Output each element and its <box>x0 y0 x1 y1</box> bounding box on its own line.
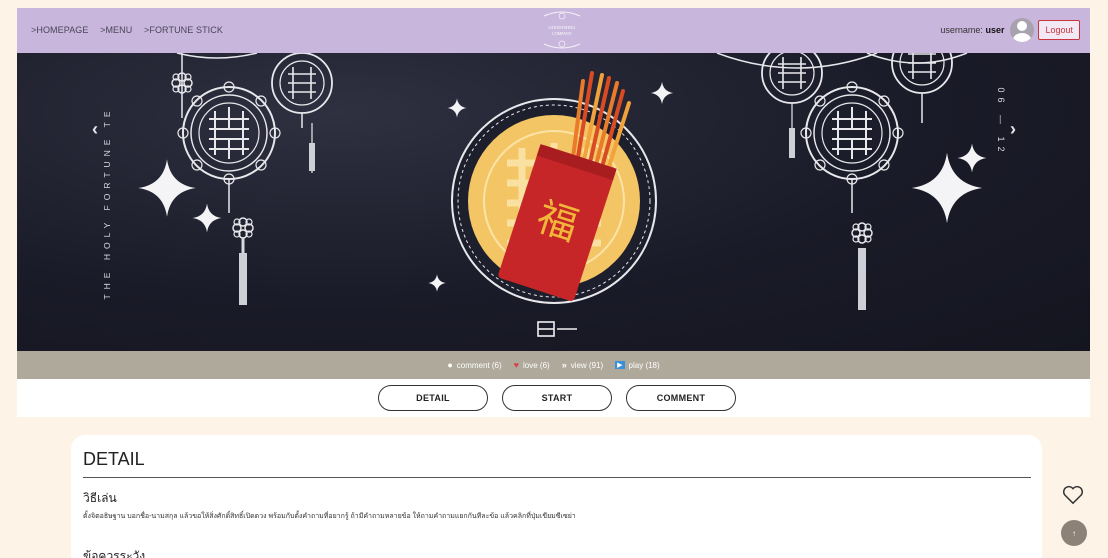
banner-vertical-title: THE HOLY FORTUNE TE <box>102 106 112 300</box>
tab-detail[interactable]: DETAIL <box>378 385 488 411</box>
stats-bar: ● comment (6) ♥ love (6) » view (91) ▶ play … <box>17 351 1090 379</box>
detail-title: DETAIL <box>83 449 145 469</box>
right-lantern-ornaments <box>716 53 987 310</box>
breadcrumb: >HOMEPAGE >MENU >FORTUNE STICK <box>31 25 232 35</box>
avatar[interactable] <box>1010 18 1035 42</box>
heart-icon[interactable] <box>1062 485 1084 505</box>
banner-artwork: 福 <box>138 53 987 337</box>
tab-row: DETAIL START COMMENT <box>17 379 1090 417</box>
chevron-left-icon[interactable]: ‹ <box>92 119 98 140</box>
top-nav-bar: >HOMEPAGE >MENU >FORTUNE STICK GOODTHING… <box>17 8 1090 53</box>
chevron-right-icon[interactable]: › <box>1010 119 1016 140</box>
eye-icon: » <box>561 360 567 370</box>
username-label: username: <box>940 25 983 35</box>
user-area: username: user Logout <box>940 12 1080 48</box>
stat-play[interactable]: ▶ play (18) <box>615 361 660 370</box>
fortune-sticks-illustration: 福 <box>428 71 674 304</box>
tab-start[interactable]: START <box>502 385 612 411</box>
stat-comment-label: comment (6) <box>456 360 502 370</box>
logo-text-line1: GOODTHING <box>549 25 577 30</box>
stat-view[interactable]: » view (91) <box>562 360 603 370</box>
stat-play-label: play (18) <box>628 360 660 370</box>
fortune-banner: 福 THE HOLY FORTUNE TE 06 — 12 ‹ › <box>17 53 1090 351</box>
tab-comment[interactable]: COMMENT <box>626 385 736 411</box>
username-display: username: user <box>940 25 1004 35</box>
how-to-play-body: ตั้งจิตอธิษฐาน บอกชื่อ-นามสกุล แล้วขอให้… <box>83 513 576 520</box>
detail-divider <box>83 477 1031 478</box>
play-icon: ▶ <box>615 361 625 369</box>
stat-view-label: view (91) <box>570 360 604 370</box>
logo-text-line2: COMPANY <box>552 31 572 36</box>
breadcrumb-fortune-stick[interactable]: >FORTUNE STICK <box>144 25 223 35</box>
scroll-to-top-button[interactable]: ↑ <box>1061 520 1087 546</box>
left-lantern-ornaments <box>138 53 333 305</box>
caution-heading: ข้อควรระวัง <box>83 549 146 558</box>
comment-bubble-icon: ● <box>447 360 453 370</box>
stat-comment[interactable]: ● comment (6) <box>447 360 501 370</box>
username-value: user <box>985 25 1005 35</box>
stat-love[interactable]: ♥ love (6) <box>514 360 550 370</box>
how-to-play-heading: วิธีเล่น <box>83 491 117 505</box>
arrow-up-icon: ↑ <box>1072 528 1076 538</box>
logout-button[interactable]: Logout <box>1038 20 1080 40</box>
breadcrumb-homepage[interactable]: >HOMEPAGE <box>31 25 89 35</box>
company-logo[interactable]: GOODTHING COMPANY <box>532 10 592 50</box>
slide-indicator[interactable] <box>537 321 577 337</box>
banner-vertical-date: 06 — 12 <box>996 87 1006 157</box>
detail-card: DETAIL วิธีเล่น ตั้งจิตอธิษฐาน บอกชื่อ-น… <box>71 435 1042 558</box>
stat-love-label: love (6) <box>523 360 550 370</box>
breadcrumb-menu[interactable]: >MENU <box>100 25 132 35</box>
heart-icon: ♥ <box>513 360 519 370</box>
